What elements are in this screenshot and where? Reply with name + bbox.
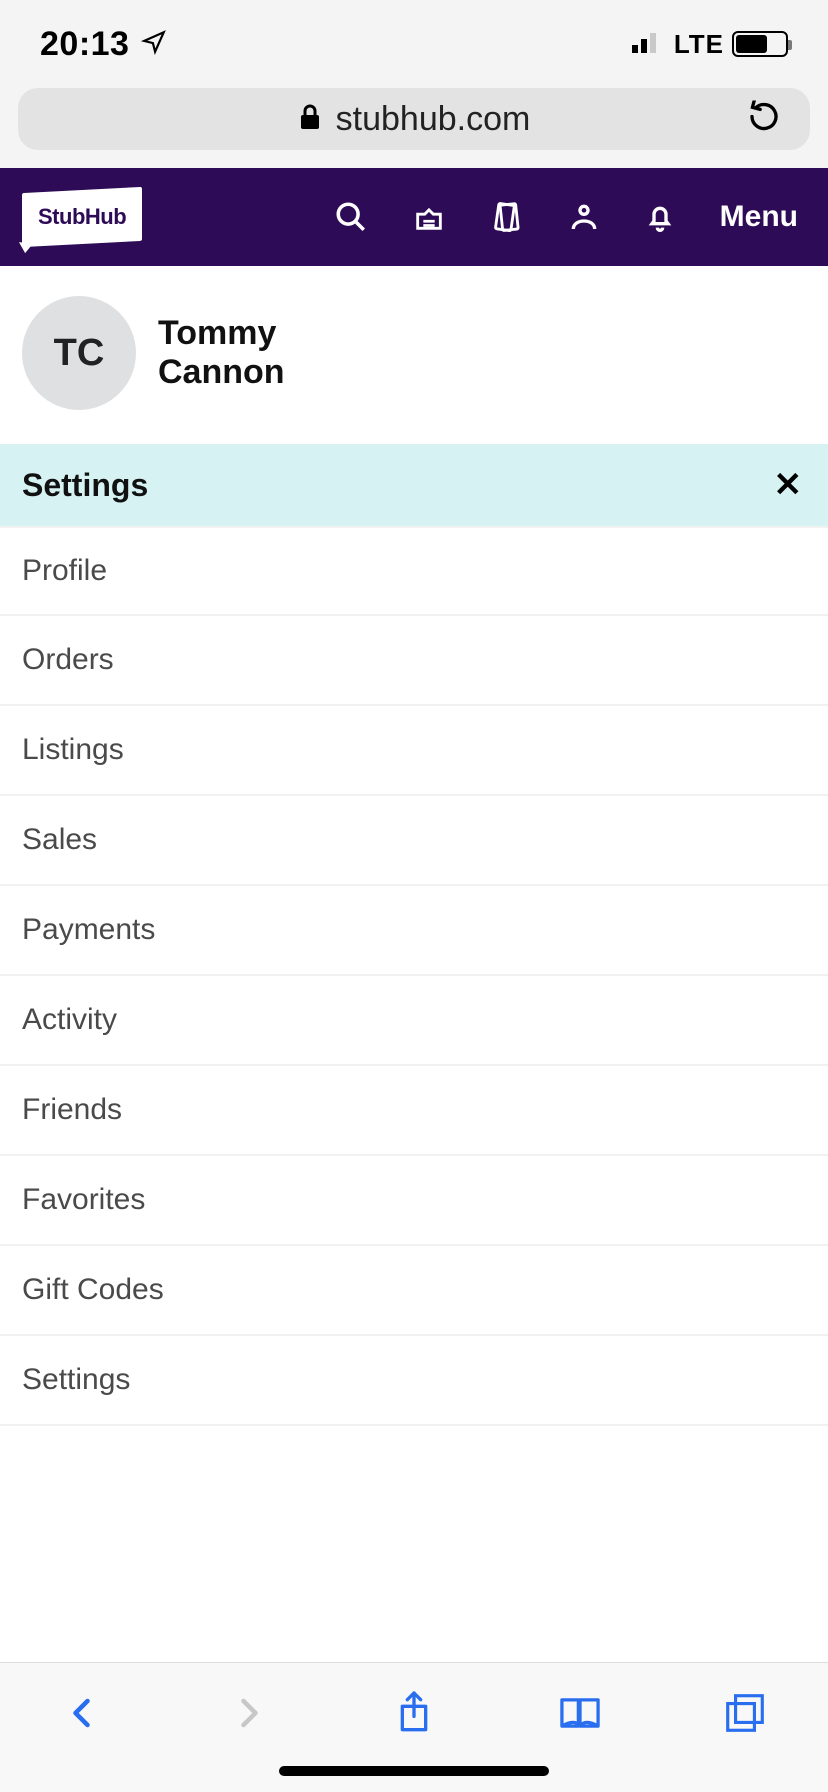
lock-icon xyxy=(298,103,322,136)
status-time: 20:13 xyxy=(40,25,129,64)
search-icon[interactable] xyxy=(334,200,368,234)
address-domain: stubhub.com xyxy=(336,100,531,139)
menu-item-gift-codes[interactable]: Gift Codes xyxy=(0,1246,828,1336)
share-icon[interactable] xyxy=(390,1689,438,1737)
menu-item-activity[interactable]: Activity xyxy=(0,976,828,1066)
bell-icon[interactable] xyxy=(644,201,676,233)
profile-header: TC Tommy Cannon xyxy=(0,266,828,444)
cellular-signal-icon xyxy=(632,31,666,58)
menu-item-orders[interactable]: Orders xyxy=(0,616,828,706)
avatar: TC xyxy=(22,296,136,410)
location-arrow-icon xyxy=(141,29,167,60)
browser-toolbar xyxy=(0,1662,828,1792)
address-bar[interactable]: stubhub.com xyxy=(18,88,810,150)
back-icon[interactable] xyxy=(59,1689,107,1737)
profile-name: Tommy Cannon xyxy=(158,314,285,392)
settings-header: Settings ✕ xyxy=(0,444,828,526)
battery-icon xyxy=(732,31,788,57)
menu-button[interactable]: Menu xyxy=(720,200,798,234)
forward-icon xyxy=(224,1689,272,1737)
menu-item-sales[interactable]: Sales xyxy=(0,796,828,886)
menu-item-friends[interactable]: Friends xyxy=(0,1066,828,1156)
brand-logo[interactable]: StubHub xyxy=(22,187,142,247)
menu-item-favorites[interactable]: Favorites xyxy=(0,1156,828,1246)
menu-item-settings[interactable]: Settings xyxy=(0,1336,828,1426)
close-icon[interactable]: ✕ xyxy=(774,465,803,505)
menu-item-profile[interactable]: Profile xyxy=(0,526,828,616)
refresh-icon[interactable] xyxy=(748,101,780,138)
settings-menu: Profile Orders Listings Sales Payments A… xyxy=(0,526,828,1426)
settings-title: Settings xyxy=(22,467,148,504)
tabs-icon[interactable] xyxy=(721,1689,769,1737)
menu-item-payments[interactable]: Payments xyxy=(0,886,828,976)
account-icon[interactable] xyxy=(568,201,600,233)
status-bar: 20:13 LTE xyxy=(0,0,828,88)
home-indicator xyxy=(279,1766,549,1776)
tickets-icon[interactable] xyxy=(490,200,524,234)
bookmarks-icon[interactable] xyxy=(556,1689,604,1737)
app-header: StubHub Menu xyxy=(0,168,828,266)
menu-item-listings[interactable]: Listings xyxy=(0,706,828,796)
network-type: LTE xyxy=(674,29,724,60)
sell-ticket-icon[interactable] xyxy=(412,200,446,234)
